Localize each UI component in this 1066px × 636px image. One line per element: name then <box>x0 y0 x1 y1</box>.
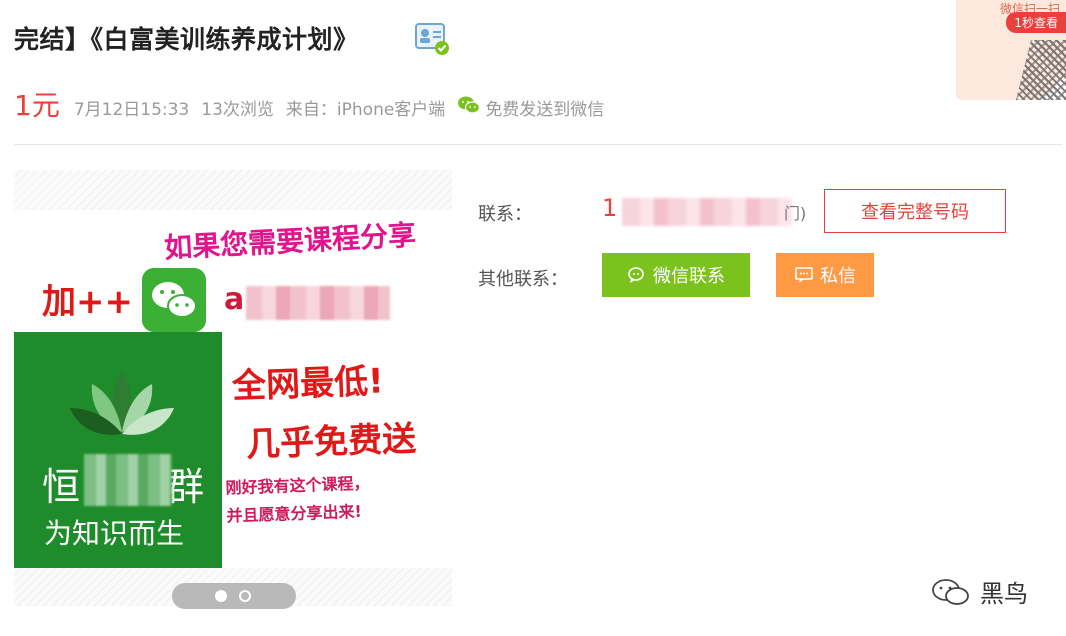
send-to-wechat-link[interactable]: 免费发送到微信 <box>485 95 604 120</box>
gallery-dot-2[interactable] <box>239 590 251 602</box>
message-icon <box>795 267 813 283</box>
price: 1元 <box>14 89 60 122</box>
gallery-dot-1[interactable] <box>215 590 227 602</box>
post-source: 来自：iPhone客户端 <box>285 100 446 120</box>
poster-add-text: 加++ <box>42 282 133 322</box>
wechat-outline-icon <box>932 578 969 605</box>
post-time: 7月12日15:33 <box>73 100 190 120</box>
watermark: 黑鸟 <box>930 574 1028 609</box>
poster-free-gift: 几乎免费送 <box>245 419 417 465</box>
watermark-text: 黑鸟 <box>980 580 1028 608</box>
divider <box>14 144 1062 145</box>
brand-panel: 恒群 为知识而生 <box>14 332 222 568</box>
view-full-number-button[interactable]: 查看完整号码 <box>824 189 1006 233</box>
listing-image[interactable]: 如果您需要课程分享 加++ a 全网最低! 几乎免费送 刚好我有这个课程， 并且… <box>14 210 452 568</box>
redacted-brand-name <box>84 454 172 506</box>
qr-promo-pill: 1秒查看 <box>1006 12 1066 33</box>
poster-description-line-2: 并且愿意分享出来! <box>226 501 363 526</box>
view-count: 13次浏览 <box>201 100 274 120</box>
poster-id-prefix: a <box>224 282 245 317</box>
private-message-button[interactable]: 私信 <box>776 253 874 297</box>
private-message-label: 私信 <box>820 266 856 287</box>
brand-slogan: 为知识而生 <box>44 517 185 550</box>
wechat-logo-icon <box>142 268 206 332</box>
poster-lowest-price: 全网最低! <box>231 361 385 407</box>
contact-label: 联系： <box>478 204 532 225</box>
poster-description: 刚好我有这个课程， 并且愿意分享出来! <box>225 470 371 531</box>
redacted-wechat-id <box>246 286 390 320</box>
wechat-contact-button[interactable]: 微信联系 <box>602 253 750 297</box>
lotus-logo-icon <box>70 370 174 435</box>
chat-bubble-icon <box>628 267 644 283</box>
phone-location: 门) <box>784 204 807 223</box>
listing-title: 完结】《白富美训练养成计划》 <box>14 25 359 54</box>
wechat-icon[interactable] <box>457 95 481 115</box>
wechat-contact-label: 微信联系 <box>653 266 725 287</box>
qr-promo[interactable]: 微信扫一扫 1秒查看 <box>956 0 1066 100</box>
gallery-pagination[interactable] <box>172 583 296 609</box>
id-verified-icon <box>415 23 449 55</box>
poster-headline: 如果您需要课程分享 <box>163 218 417 265</box>
image-gallery[interactable]: 如果您需要课程分享 加++ a 全网最低! 几乎免费送 刚好我有这个课程， 并且… <box>14 170 452 609</box>
other-contact-label: 其他联系： <box>478 269 568 290</box>
listing-meta: 1元 7月12日15:33 13次浏览 来自：iPhone客户端 免费发送到微信 <box>14 84 616 122</box>
redacted-phone-number <box>622 198 792 226</box>
brand-name-start: 恒 <box>42 465 81 509</box>
phone-number-prefix: 1 <box>602 194 618 222</box>
